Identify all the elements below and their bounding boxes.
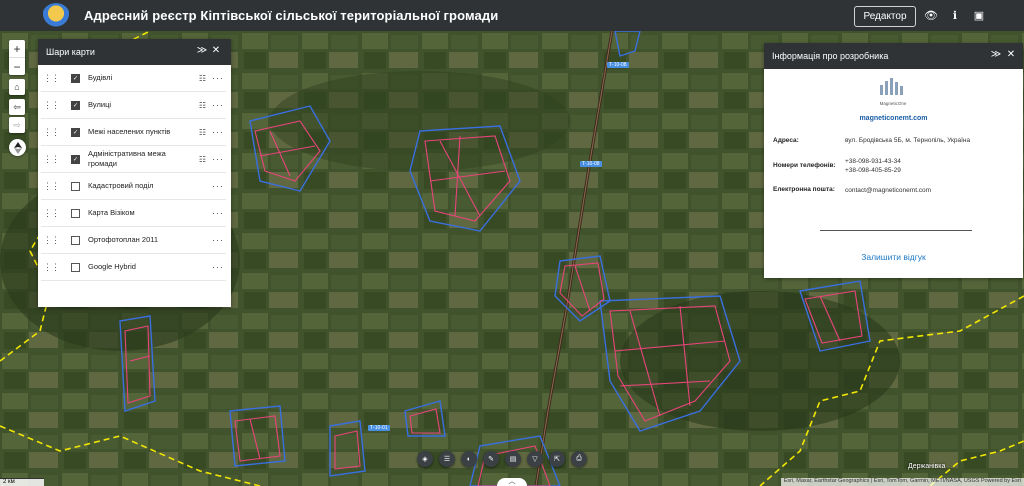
layer-label: Google Hybrid	[88, 262, 136, 271]
visibility-icon[interactable]: 👁	[924, 8, 938, 22]
community-logo	[42, 2, 70, 29]
layer-label: Адміністративна межа громади	[88, 149, 166, 168]
feedback-link[interactable]: Залишити відгук	[764, 252, 1023, 262]
layer-item[interactable]: ⋮⋮ Кадастровий поділ ···	[41, 173, 226, 200]
legend-icon[interactable]: ☷	[199, 101, 206, 110]
layer-label: Кадастровий поділ	[88, 181, 154, 190]
info-icon[interactable]: ℹ	[948, 8, 962, 22]
legend-icon[interactable]: ☷	[199, 155, 206, 164]
phone-2[interactable]: +38-098-405-85-29	[845, 166, 901, 175]
home-button[interactable]: ⌂	[9, 79, 25, 95]
more-options-icon[interactable]: ···	[212, 100, 224, 110]
magneticone-logo: MagneticOne	[876, 77, 910, 106]
expand-toolbar-icon[interactable]: ︿	[497, 478, 527, 486]
next-extent-button[interactable]: ⇨	[9, 117, 25, 133]
layer-item[interactable]: ⋮⋮ Google Hybrid ···	[41, 254, 226, 281]
app-title: Адресний реєстр Кіптівської сільської те…	[84, 8, 499, 23]
address-value: вул. Бродівська 5Б, м. Тернопіль, Україн…	[845, 137, 971, 144]
legend-icon[interactable]: ☷	[199, 128, 206, 137]
layers-panel-header: Шари карти ≫ ✕	[38, 39, 231, 65]
collapse-icon[interactable]: ≫	[196, 45, 208, 56]
drag-handle-icon[interactable]: ⋮⋮	[43, 128, 60, 137]
layers-panel-title: Шари карти	[46, 47, 95, 57]
address-label: Адреса:	[773, 137, 799, 144]
layer-label: Ортофотоплан 2011	[88, 235, 159, 244]
save-icon[interactable]: ▣	[972, 8, 986, 22]
more-options-icon[interactable]: ···	[212, 262, 224, 272]
zoom-in-button[interactable]: +	[9, 40, 25, 58]
layer-checkbox[interactable]	[71, 181, 80, 191]
divider	[820, 230, 972, 231]
layer-item[interactable]: ⋮⋮ Ортофотоплан 2011 ···	[41, 227, 226, 254]
road-tag: Т-10-01	[368, 425, 390, 431]
legend-icon[interactable]: ☷	[199, 74, 206, 83]
share-tool-icon[interactable]: ⇱	[549, 451, 565, 467]
previous-extent-button[interactable]: ⇦	[9, 99, 25, 115]
layers-tool-icon[interactable]: ◈	[417, 451, 433, 467]
more-options-icon[interactable]: ···	[212, 73, 224, 83]
drag-handle-icon[interactable]: ⋮⋮	[43, 236, 60, 245]
compass-icon[interactable]	[9, 139, 26, 156]
measure-tool-icon[interactable]: ✎	[483, 451, 499, 467]
print-tool-icon[interactable]: ⎙	[571, 451, 587, 467]
attribution: Esri, Maxar, Earthstar Geographics | Esr…	[780, 478, 1024, 486]
scale-bar: 2 км	[0, 478, 44, 486]
more-options-icon[interactable]: ···	[212, 208, 224, 218]
more-options-icon[interactable]: ···	[212, 127, 224, 137]
legend-tool-icon[interactable]: ☰	[439, 451, 455, 467]
close-icon[interactable]: ✕	[1005, 49, 1017, 60]
drag-handle-icon[interactable]: ⋮⋮	[43, 74, 60, 83]
more-options-icon[interactable]: ···	[212, 235, 224, 245]
road-tag: Т-10-08	[607, 62, 629, 68]
website-link[interactable]: magneticonemt.com	[764, 115, 1023, 122]
zoom-control: + −	[9, 40, 25, 75]
email-value[interactable]: contact@magneticonemt.com	[845, 186, 931, 195]
place-label: Держанівка	[908, 463, 946, 470]
developer-panel-body: MagneticOne magneticonemt.com Адреса: ву…	[764, 69, 1023, 278]
filter-tool-icon[interactable]: ▽	[527, 451, 543, 467]
developer-panel: Інформація про розробника ≫ ✕ MagneticOn…	[764, 43, 1023, 278]
layer-label: Вулиці	[88, 100, 112, 109]
more-options-icon[interactable]: ···	[212, 181, 224, 191]
drag-handle-icon[interactable]: ⋮⋮	[43, 155, 60, 164]
zoom-out-button[interactable]: −	[9, 58, 25, 75]
layer-checkbox[interactable]: ✓	[71, 127, 80, 137]
layer-checkbox[interactable]	[71, 208, 80, 218]
editor-button[interactable]: Редактор	[854, 6, 916, 27]
table-tool-icon[interactable]: ▤	[505, 451, 521, 467]
drag-handle-icon[interactable]: ⋮⋮	[43, 209, 60, 218]
layer-item[interactable]: ⋮⋮ ✓ Адміністративна межа громади ☷ ···	[41, 146, 226, 173]
layer-checkbox[interactable]	[71, 235, 80, 245]
developer-panel-title: Інформація про розробника	[772, 51, 889, 61]
layer-checkbox[interactable]: ✓	[71, 73, 80, 83]
layer-label: Будівлі	[88, 73, 113, 82]
layer-list: ⋮⋮ ✓ Будівлі ☷ ··· ⋮⋮ ✓ Вулиці ☷ ··· ⋮⋮ ✓ Межі насел…	[38, 65, 231, 281]
layer-label: Карта Візіком	[88, 208, 135, 217]
app-header: Адресний реєстр Кіптівської сільської те…	[0, 0, 1024, 31]
drag-handle-icon[interactable]: ⋮⋮	[43, 182, 60, 191]
basemap-tool-icon[interactable]: ◐	[461, 451, 477, 467]
close-icon[interactable]: ✕	[210, 45, 222, 56]
phones-label: Номери телефонів:	[773, 162, 836, 169]
layer-checkbox[interactable]: ✓	[71, 100, 80, 110]
layer-checkbox[interactable]	[71, 262, 80, 272]
drag-handle-icon[interactable]: ⋮⋮	[43, 101, 60, 110]
collapse-icon[interactable]: ≫	[990, 49, 1002, 60]
layers-panel: Шари карти ≫ ✕ ⋮⋮ ✓ Будівлі ☷ ··· ⋮⋮ ✓ Вулиці ☷ ·…	[38, 39, 231, 307]
layer-label: Межі населених пунктів	[88, 127, 171, 136]
bottom-toolbar: ◈ ☰ ◐ ✎ ▤ ▽ ⇱ ⎙	[417, 451, 587, 468]
layer-checkbox[interactable]: ✓	[71, 154, 80, 164]
layer-item[interactable]: ⋮⋮ Карта Візіком ···	[41, 200, 226, 227]
phone-1[interactable]: +38-098-931-43-34	[845, 157, 901, 166]
email-label: Електронна пошта:	[773, 186, 835, 193]
road-tag: Т-10-08	[580, 161, 602, 167]
more-options-icon[interactable]: ···	[212, 154, 224, 164]
developer-panel-header: Інформація про розробника ≫ ✕	[764, 43, 1023, 69]
logo-text: MagneticOne	[879, 101, 907, 106]
drag-handle-icon[interactable]: ⋮⋮	[43, 263, 60, 272]
layer-item[interactable]: ⋮⋮ ✓ Будівлі ☷ ···	[41, 65, 226, 92]
layer-item[interactable]: ⋮⋮ ✓ Межі населених пунктів ☷ ···	[41, 119, 226, 146]
layer-item[interactable]: ⋮⋮ ✓ Вулиці ☷ ···	[41, 92, 226, 119]
